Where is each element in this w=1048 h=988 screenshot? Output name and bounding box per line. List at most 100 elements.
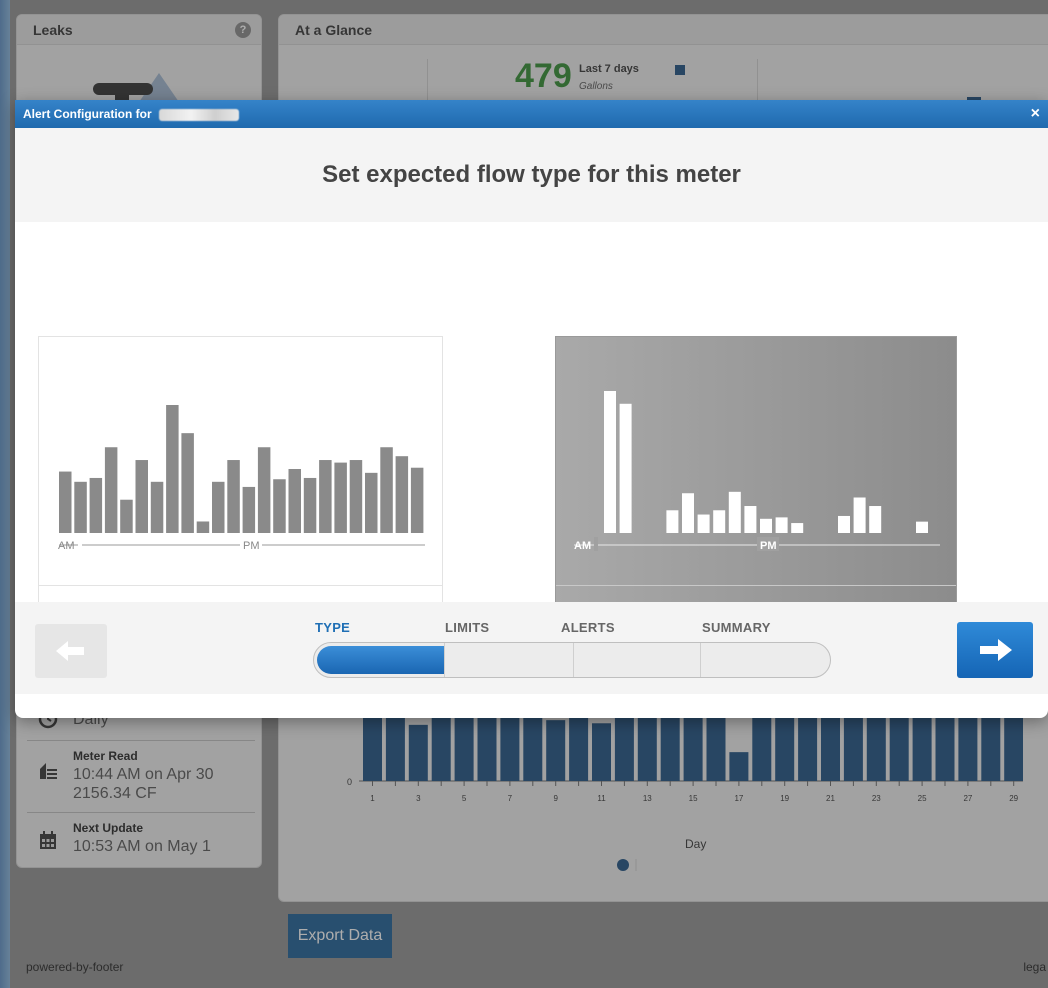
wizard-footer: TYPE LIMITS ALERTS SUMMARY (15, 602, 1048, 694)
flow-bar (604, 391, 616, 533)
flow-bar (744, 506, 757, 533)
chart-bar (889, 715, 909, 781)
next-update-time: 10:53 AM on May 1 (73, 838, 211, 855)
chart-x-tick-label: 29 (1009, 794, 1018, 803)
flow-bar (227, 460, 240, 533)
continuous-flow-option[interactable]: AMPM Continuous Flow (38, 336, 443, 634)
flow-am-gap (594, 537, 598, 551)
chart-bar (408, 724, 428, 781)
chart-x-tick-label: 17 (734, 794, 743, 803)
next-update-label: Next Update (73, 821, 144, 835)
flow-bar (365, 472, 378, 533)
alert-config-modal: Alert Configuration for × Set expected f… (15, 100, 1048, 718)
next-update-row: Next Update 10:53 AM on May 1 (27, 812, 255, 864)
chart-bar (958, 715, 978, 781)
progress-divider (573, 643, 574, 677)
footer-right-link[interactable]: lega (1023, 960, 1046, 974)
chart-x-tick-label: 3 (416, 794, 421, 803)
glance-divider-1 (427, 59, 428, 103)
progress-divider (444, 643, 445, 677)
chart-x-tick-label: 13 (643, 794, 652, 803)
flow-pm-label: PM (760, 540, 777, 552)
flow-bar (697, 514, 710, 533)
intermittent-flow-option[interactable]: AMPM Intermittent Flow (555, 336, 957, 634)
step-type[interactable]: TYPE (315, 620, 350, 635)
usage-value: 479 (515, 57, 572, 95)
chart-x-tick-label: 11 (597, 794, 606, 803)
flow-bar (181, 433, 194, 533)
glance-divider-2 (757, 59, 758, 103)
daily-usage-chart: 1 3 5 7 9 11 13 15 17 19 21 23 25 27 290 (347, 715, 1023, 803)
footer-left: powered-by-footer (26, 960, 124, 974)
chart-bar (523, 715, 543, 781)
chart-bar (706, 715, 726, 781)
flow-bar (89, 477, 103, 533)
modal-title: Alert Configuration for (23, 107, 152, 121)
flow-bar (120, 499, 133, 533)
meter-read-label: Meter Read (73, 749, 138, 763)
usage-unit: Gallons (579, 81, 613, 92)
flow-bar (666, 510, 679, 533)
flow-bar (257, 447, 271, 533)
step-alerts[interactable]: ALERTS (561, 620, 615, 635)
chart-bar (363, 715, 382, 781)
next-button[interactable] (957, 622, 1033, 678)
flow-bar (212, 481, 225, 533)
chart-x-tick-label: 21 (826, 794, 835, 803)
flow-bar (853, 497, 866, 533)
chart-bar (683, 715, 703, 781)
flow-bar (135, 460, 148, 533)
usage-period: Last 7 days (579, 63, 639, 75)
chart-xlabel: Day (685, 837, 707, 851)
flow-bar (916, 521, 928, 533)
flow-bar (334, 462, 347, 533)
flow-bar (196, 521, 210, 533)
step-summary[interactable]: SUMMARY (702, 620, 771, 635)
chart-bar (592, 723, 611, 781)
calendar-icon (40, 831, 56, 849)
chart-bar (431, 715, 451, 781)
chart-bar (569, 715, 589, 781)
flow-bar (104, 447, 118, 533)
flow-bar (242, 486, 256, 533)
chart-bar (775, 715, 795, 781)
chart-bar (912, 717, 932, 781)
chart-bar (821, 715, 840, 781)
leaks-card-title: Leaks (17, 15, 261, 45)
intermittent-flow-chart: AM PM (574, 391, 940, 552)
chart-x-tick-label: 5 (462, 794, 467, 803)
chart-bar (614, 715, 634, 781)
flow-am-label: AM (574, 540, 591, 552)
chart-bar (935, 715, 955, 781)
chart-bar (752, 715, 772, 781)
step-limits[interactable]: LIMITS (445, 620, 489, 635)
arrow-right-icon (980, 639, 1012, 661)
glance-card-title: At a Glance (279, 15, 1048, 45)
meter-read-value: 2156.34 CF (73, 785, 157, 802)
flow-bar (728, 491, 741, 533)
flow-bar (319, 460, 332, 533)
flow-am-gap (78, 537, 82, 551)
chart-x-tick-label: 25 (918, 794, 927, 803)
flow-bar (150, 481, 164, 533)
flow-bar (349, 460, 363, 533)
chart-bar (500, 715, 520, 781)
help-icon[interactable]: ? (235, 22, 251, 38)
flow-bar (273, 479, 286, 533)
chart-bar (385, 715, 405, 781)
meter-read-time: 10:44 AM on Apr 30 (73, 766, 214, 783)
close-icon[interactable]: × (1031, 100, 1040, 128)
chart-bar (843, 715, 863, 781)
previous-button[interactable] (35, 624, 107, 678)
modal-titlebar: Alert Configuration for × (15, 100, 1048, 128)
arrow-left-icon (56, 641, 84, 661)
flow-bar (74, 481, 87, 533)
export-data-button[interactable]: Export Data (288, 914, 392, 958)
flow-bar (288, 469, 301, 533)
chart-page-dot[interactable] (635, 859, 637, 871)
flow-bar (166, 405, 179, 533)
flow-bar (869, 506, 882, 533)
chart-page-dot-active[interactable] (617, 859, 629, 871)
chart-bar (1004, 715, 1023, 781)
wizard-progress-fill (317, 646, 445, 674)
